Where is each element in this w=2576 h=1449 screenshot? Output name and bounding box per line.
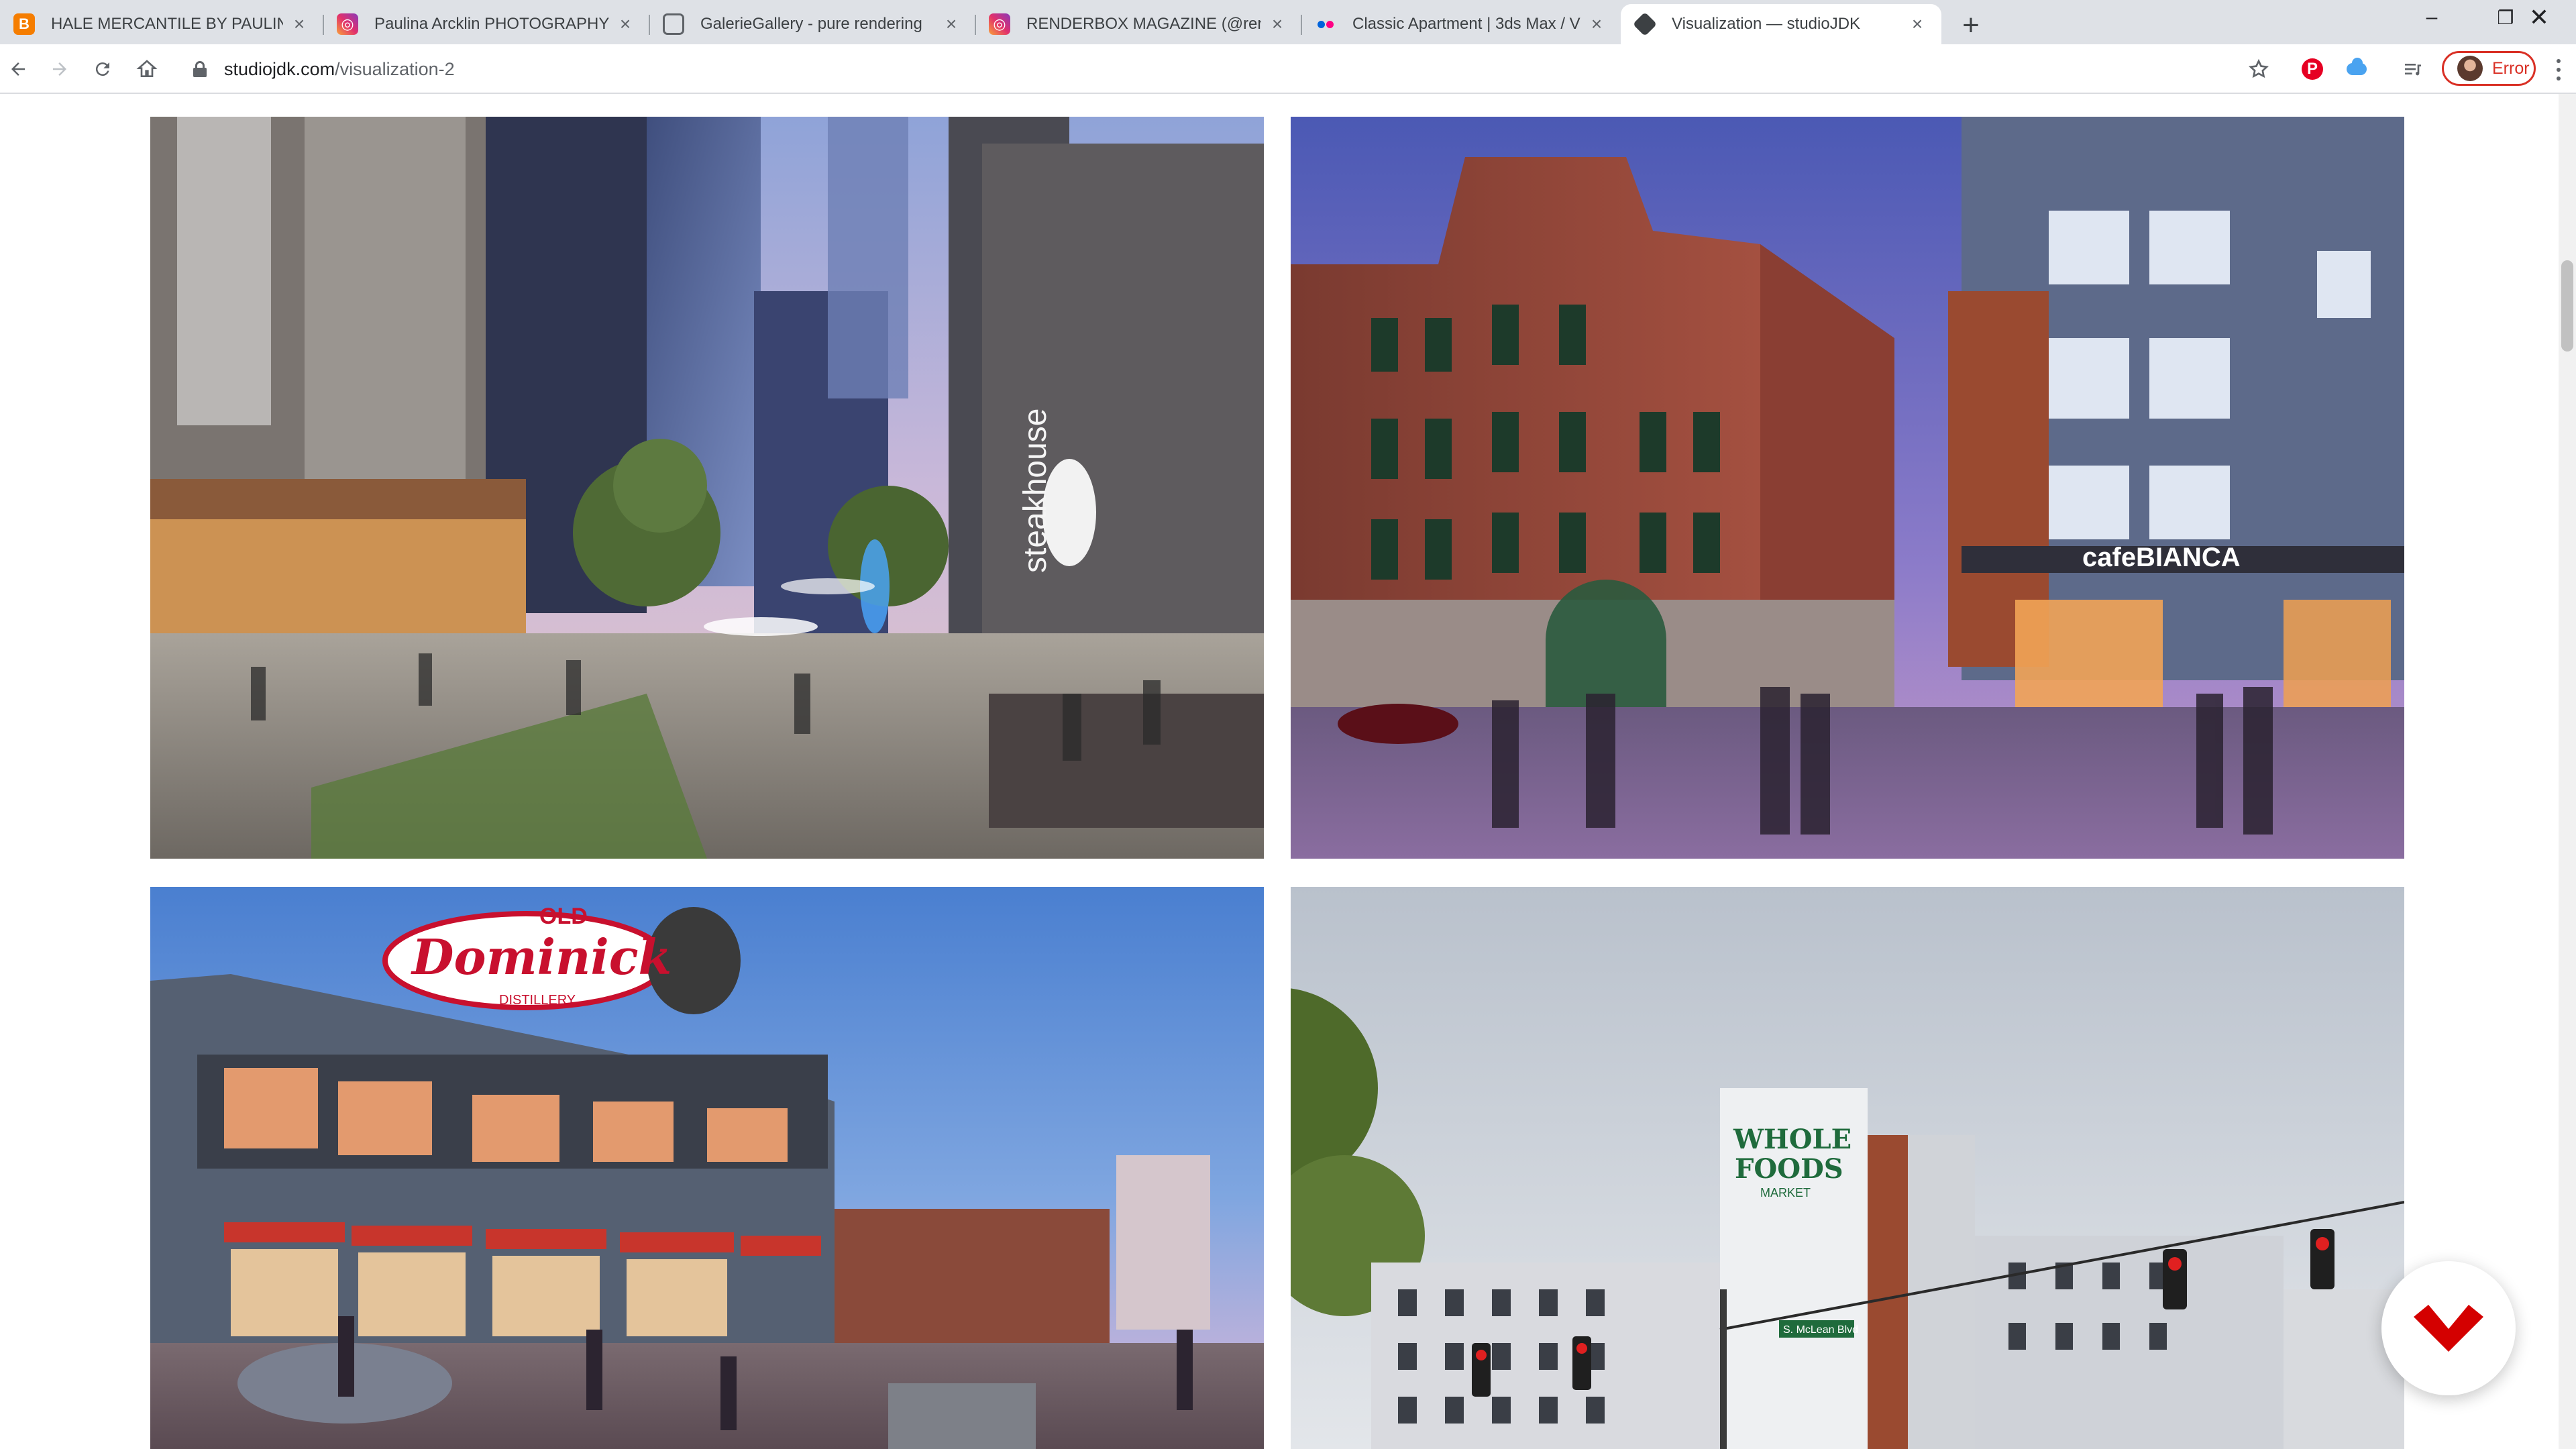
- whole-foods-illustration: S. McLean Blvd WHOLE FOODS MARKET: [1291, 887, 2404, 1449]
- close-window-button[interactable]: ✕: [2502, 0, 2576, 35]
- tab-title: GalerieGallery - pure rendering: [700, 15, 922, 33]
- globe-icon: [663, 13, 684, 35]
- url-path: /visualization-2: [335, 58, 455, 79]
- browser-toolbar: studiojdk.com/visualization-2 P Error: [0, 44, 2576, 94]
- old-sign-text: OLD: [539, 904, 588, 929]
- avatar: [2457, 56, 2483, 81]
- page-scrollbar[interactable]: [2559, 94, 2576, 1449]
- tab-visualization-studiojdk[interactable]: Visualization — studioJDK ×: [1621, 4, 1941, 44]
- pinterest-icon: P: [2302, 58, 2323, 80]
- url-host: studiojdk.com: [224, 58, 335, 79]
- forward-button[interactable]: [42, 51, 78, 87]
- page-content: steakhouse cafeBIANCA OLD Dominick DISTI…: [0, 94, 2576, 1449]
- profile-button[interactable]: Error: [2442, 51, 2536, 86]
- more-vert-icon: [2557, 59, 2561, 63]
- url-text: studiojdk.com/visualization-2: [224, 59, 455, 80]
- tab-title: Visualization — studioJDK: [1672, 15, 1861, 33]
- old-dominick-illustration: OLD Dominick DISTILLERY: [150, 887, 1264, 1449]
- tab-title: Classic Apartment | 3ds Max / V: [1352, 15, 1580, 33]
- blogger-icon: B: [13, 13, 35, 35]
- cloud-extension[interactable]: [2339, 51, 2375, 87]
- close-icon[interactable]: ×: [1268, 13, 1287, 34]
- tab-classic-apartment[interactable]: Classic Apartment | 3ds Max / V ×: [1301, 4, 1621, 44]
- squarespace-icon: [1632, 11, 1658, 37]
- minimize-button[interactable]: –: [2395, 0, 2469, 35]
- cafe-bianca-sign: cafeBIANCA: [2082, 543, 2241, 572]
- close-icon[interactable]: ×: [616, 13, 635, 34]
- tab-strip: B HALE MERCANTILE BY PAULINA × ◎ Paulina…: [0, 0, 2576, 44]
- instagram-icon: ◎: [989, 13, 1010, 35]
- browser-menu-button[interactable]: [2545, 56, 2572, 83]
- instagram-icon: ◎: [337, 13, 358, 35]
- scrollbar-thumb[interactable]: [2561, 260, 2573, 352]
- close-icon[interactable]: ×: [1908, 13, 1927, 34]
- tab-title: RENDERBOX MAGAZINE (@rend: [1026, 15, 1261, 33]
- cafe-bianca-street-illustration: cafeBIANCA: [1291, 117, 2404, 859]
- home-icon: [136, 60, 158, 77]
- bookmark-star-button[interactable]: [2241, 51, 2277, 87]
- arrow-right-icon: [53, 62, 66, 76]
- tab-renderbox-magazine[interactable]: ◎ RENDERBOX MAGAZINE (@rend ×: [975, 4, 1302, 44]
- gallery-image-cafe-bianca[interactable]: cafeBIANCA: [1291, 117, 2404, 859]
- distillery-sign-text: DISTILLERY: [499, 993, 576, 1008]
- dominick-sign-text: Dominick: [411, 928, 672, 985]
- pinterest-extension[interactable]: P: [2294, 51, 2330, 87]
- profile-status-label: Error: [2492, 58, 2530, 78]
- close-icon[interactable]: ×: [290, 13, 309, 34]
- close-icon[interactable]: ×: [1587, 13, 1606, 34]
- whole-sign-text: WHOLE: [1733, 1124, 1851, 1155]
- gallery-image-whole-foods[interactable]: S. McLean Blvd WHOLE FOODS MARKET: [1291, 887, 2404, 1449]
- arrow-left-icon: [11, 62, 25, 76]
- reload-button[interactable]: [85, 51, 121, 87]
- new-tab-button[interactable]: +: [1952, 7, 1990, 44]
- close-icon[interactable]: ×: [942, 13, 961, 34]
- tab-title: Paulina Arcklin PHOTOGRAPHY: [374, 15, 609, 33]
- back-button[interactable]: [0, 51, 36, 87]
- red-chevron-logo-icon: [2414, 1305, 2483, 1352]
- home-button[interactable]: [129, 51, 165, 87]
- star-icon: [2249, 58, 2269, 78]
- market-sign-text: MARKET: [1760, 1186, 1811, 1199]
- address-bar[interactable]: studiojdk.com/visualization-2: [177, 50, 2216, 89]
- lock-icon: [193, 61, 207, 77]
- steakhouse-plaza-illustration: steakhouse: [150, 117, 1264, 859]
- tab-hale-mercantile[interactable]: B HALE MERCANTILE BY PAULINA ×: [0, 4, 324, 44]
- gallery-image-steakhouse[interactable]: steakhouse: [150, 117, 1264, 859]
- gallery-image-old-dominick[interactable]: OLD Dominick DISTILLERY: [150, 887, 1264, 1449]
- tab-title: HALE MERCANTILE BY PAULINA: [51, 15, 283, 33]
- reload-icon: [95, 62, 109, 76]
- street-sign-text: S. McLean Blvd: [1783, 1324, 1858, 1336]
- flickr-icon: [1315, 13, 1336, 35]
- tab-paulina-arcklin[interactable]: ◎ Paulina Arcklin PHOTOGRAPHY ×: [323, 4, 650, 44]
- foods-sign-text: FOODS: [1735, 1153, 1843, 1185]
- tab-galeriegallery[interactable]: GalerieGallery - pure rendering ×: [649, 4, 976, 44]
- floating-action-button[interactable]: [2381, 1261, 2516, 1395]
- steakhouse-sign: steakhouse: [1018, 408, 1053, 573]
- queue-music-icon: [2405, 64, 2421, 76]
- reading-list-button[interactable]: [2395, 51, 2431, 87]
- cloud-icon: [2347, 58, 2367, 75]
